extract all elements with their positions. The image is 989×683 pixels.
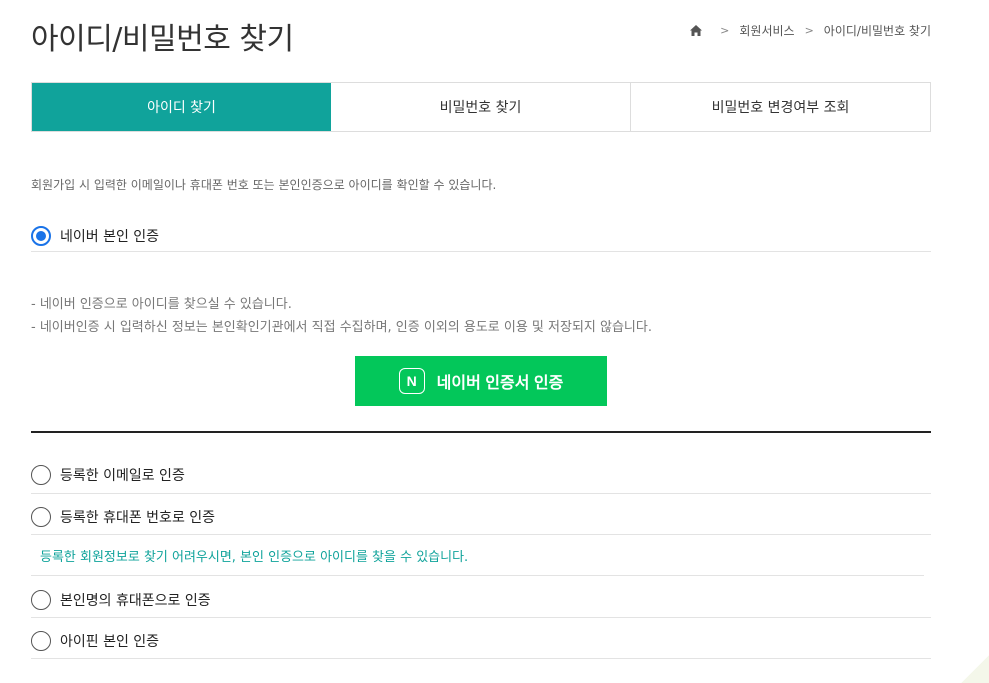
naver-certificate-button[interactable]: N 네이버 인증서 인증 [355,356,607,406]
tab-find-password[interactable]: 비밀번호 찾기 [331,83,631,131]
tab-password-change-check[interactable]: 비밀번호 변경여부 조회 [631,83,930,131]
option-label: 등록한 휴대폰 번호로 인증 [60,509,216,526]
radio-phone-auth[interactable] [31,506,51,527]
option-own-phone-auth[interactable]: 본인명의 휴대폰으로 인증 [31,582,931,618]
breadcrumb-item-current: 아이디/비밀번호 찾기 [823,24,931,38]
tab-find-id[interactable]: 아이디 찾기 [32,83,331,131]
hint-text: 등록한 회원정보로 찾기 어려우시면, 본인 인증으로 아이디를 찾을 수 있습… [31,535,924,576]
tab-bar: 아이디 찾기 비밀번호 찾기 비밀번호 변경여부 조회 [31,82,931,132]
naver-logo-icon: N [398,368,425,394]
breadcrumb-separator: > [804,24,814,37]
breadcrumb: > 회원서비스 > 아이디/비밀번호 찾기 [690,22,931,39]
option-label: 본인명의 휴대폰으로 인증 [60,592,211,609]
home-icon[interactable] [690,25,703,36]
radio-ipin-auth[interactable] [31,630,51,651]
intro-text: 회원가입 시 입력한 이메일이나 휴대폰 번호 또는 본인인증으로 아이디를 확… [31,178,497,192]
page-title: 아이디/비밀번호 찾기 [31,22,294,57]
option-label: 등록한 이메일로 인증 [60,468,185,484]
breadcrumb-item-member-service[interactable]: 회원서비스 [739,22,794,39]
corner-decoration [959,643,989,683]
option-naver-auth[interactable]: 네이버 본인 인증 [31,220,931,252]
naver-note-line: - 네이버인증 시 입력하신 정보는 본인확인기관에서 직접 수집하며, 인증 … [31,320,652,335]
naver-button-label: 네이버 인증서 인증 [436,375,564,392]
radio-own-phone-auth[interactable] [31,589,51,610]
breadcrumb-separator: > [720,24,730,37]
radio-naver-auth[interactable] [31,225,51,246]
section-divider [31,431,931,433]
radio-email-auth[interactable] [31,465,51,485]
naver-note-line: - 네이버 인증으로 아이디를 찾으실 수 있습니다. [31,297,292,312]
option-ipin-auth[interactable]: 아이핀 본인 인증 [31,623,931,659]
option-label: 네이버 본인 인증 [60,228,160,245]
option-email-auth[interactable]: 등록한 이메일로 인증 [31,457,931,494]
option-phone-auth[interactable]: 등록한 휴대폰 번호로 인증 [31,499,931,535]
naver-notes: - 네이버 인증으로 아이디를 찾으실 수 있습니다. - 네이버인증 시 입력… [31,293,652,339]
option-label: 아이핀 본인 인증 [60,633,160,650]
